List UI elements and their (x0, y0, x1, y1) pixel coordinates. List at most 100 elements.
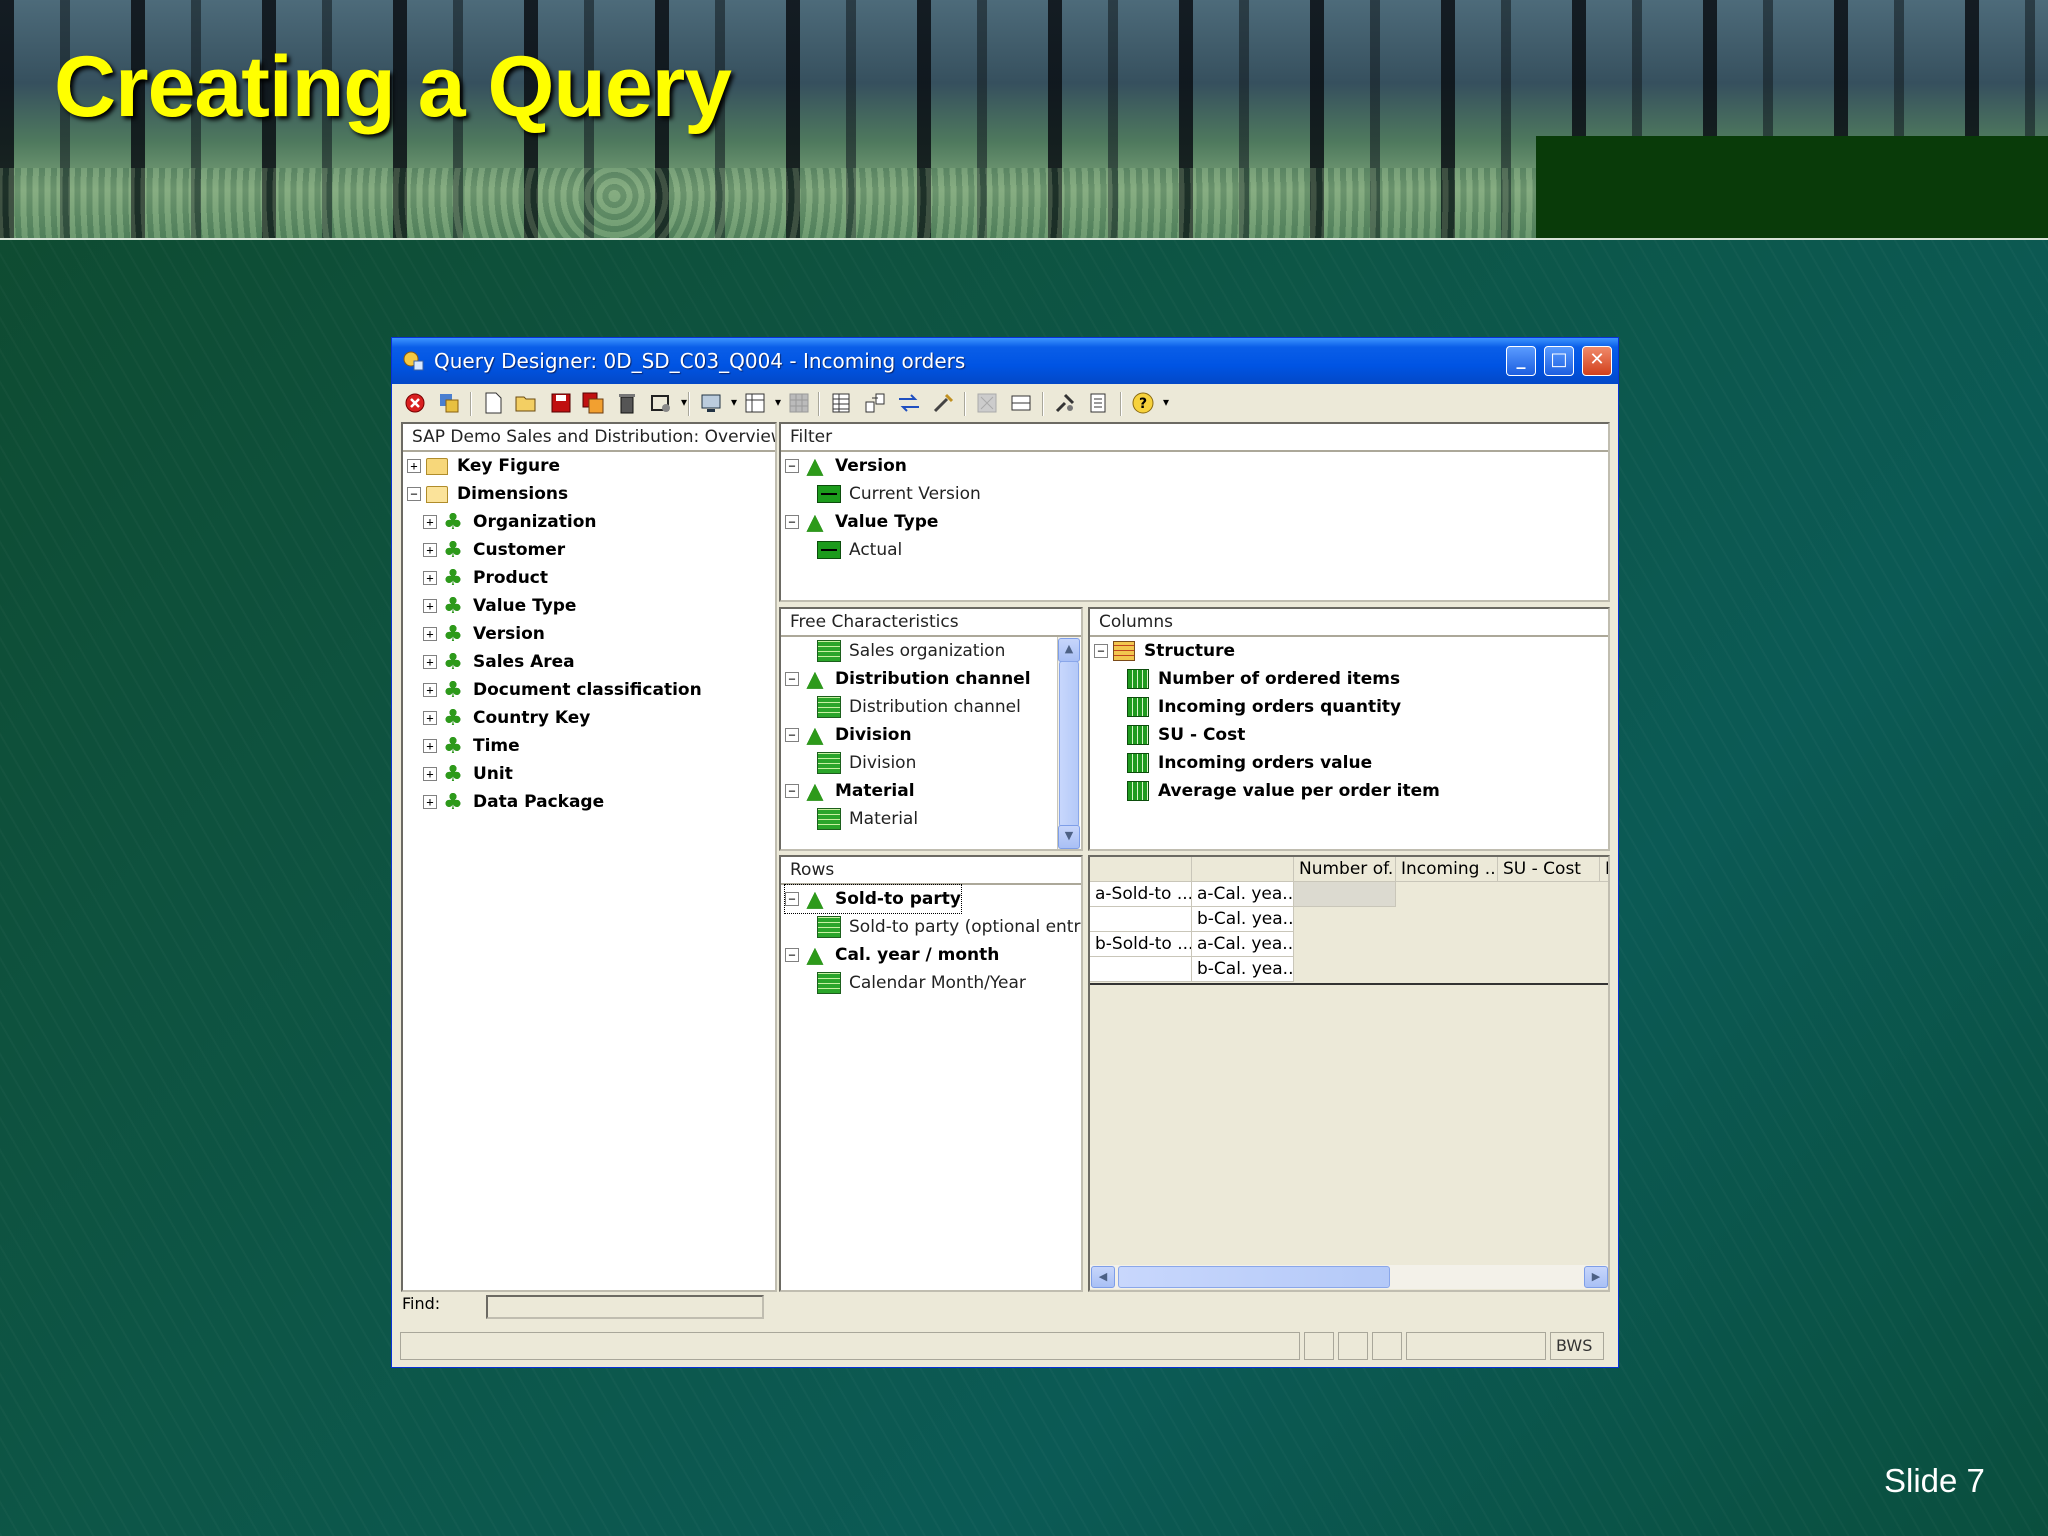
row-item[interactable]: Sold-to party (optional entry) (817, 913, 1081, 941)
free-char-item[interactable]: Sales organization (817, 637, 1005, 665)
dimension-organization[interactable]: + ♣ Organization (423, 508, 597, 536)
key-figure-item[interactable]: Incoming orders quantity (1126, 693, 1401, 721)
collapse-icon[interactable]: − (785, 672, 799, 686)
free-char-item[interactable]: Material (817, 805, 918, 833)
tree-node-label: Dimensions (457, 484, 569, 504)
dimension-country-key[interactable]: + ♣ Country Key (423, 704, 590, 732)
expand-icon[interactable]: + (423, 767, 437, 781)
free-char-item[interactable]: − ▲ Distribution channel (785, 665, 1031, 693)
folder-icon (425, 455, 449, 477)
expand-icon[interactable]: + (423, 515, 437, 529)
move-icon[interactable] (862, 390, 888, 416)
dimension-version[interactable]: + ♣ Version (423, 620, 545, 648)
vertical-scrollbar[interactable]: ▲ ▼ (1057, 637, 1080, 849)
layout-icon[interactable] (742, 390, 781, 416)
table-icon[interactable] (828, 390, 854, 416)
free-char-item[interactable]: − ▲ Division (785, 721, 912, 749)
tree-node-key-figure[interactable]: + Key Figure (407, 452, 560, 480)
expand-icon[interactable]: + (423, 795, 437, 809)
dimension-product[interactable]: + ♣ Product (423, 564, 548, 592)
expand-icon[interactable]: + (423, 739, 437, 753)
dimension-document-classification[interactable]: + ♣ Document classification (423, 676, 702, 704)
collapse-icon[interactable]: − (785, 515, 799, 529)
scroll-thumb[interactable] (1059, 661, 1079, 827)
save-icon[interactable] (548, 390, 574, 416)
exit-icon[interactable] (402, 390, 428, 416)
dimension-data-package[interactable]: + ♣ Data Package (423, 788, 604, 816)
structure-node[interactable]: − Structure (1094, 637, 1235, 665)
characteristic-icon: ▲ (806, 453, 824, 479)
disabled-icon[interactable] (974, 390, 1000, 416)
dimension-time[interactable]: + ♣ Time (423, 732, 520, 760)
help-icon[interactable]: ? (1130, 390, 1169, 416)
tools-icon[interactable] (930, 390, 956, 416)
scroll-up-icon[interactable]: ▲ (1058, 638, 1080, 662)
free-char-item[interactable]: − ▲ Material (785, 777, 915, 805)
dimension-icon: ♣ (443, 733, 463, 759)
characteristic-value-icon (817, 640, 841, 662)
filter-value-actual[interactable]: Actual (817, 536, 902, 564)
dimension-value-type[interactable]: + ♣ Value Type (423, 592, 576, 620)
collapse-icon[interactable]: − (1094, 644, 1108, 658)
open-icon[interactable] (514, 390, 540, 416)
delete-icon[interactable] (614, 390, 640, 416)
key-figure-item[interactable]: Number of ordered items (1126, 665, 1400, 693)
dimension-customer[interactable]: + ♣ Customer (423, 536, 565, 564)
expand-icon[interactable]: + (423, 627, 437, 641)
dimension-sales-area[interactable]: + ♣ Sales Area (423, 648, 575, 676)
scroll-down-icon[interactable]: ▼ (1058, 825, 1080, 849)
collapse-icon[interactable]: − (785, 459, 799, 473)
maximize-button[interactable]: □ (1544, 346, 1574, 376)
key-figure-item[interactable]: SU - Cost (1126, 721, 1245, 749)
expand-icon[interactable]: + (407, 459, 421, 473)
status-field (400, 1332, 1300, 1360)
collapse-icon[interactable]: − (785, 892, 799, 906)
save-as-icon[interactable] (580, 390, 606, 416)
exceptions-icon[interactable] (1052, 390, 1078, 416)
collapse-icon[interactable]: − (785, 728, 799, 742)
technical-names-icon[interactable] (1086, 390, 1112, 416)
expand-icon[interactable]: + (423, 543, 437, 557)
tree-node-dimensions[interactable]: − Dimensions (407, 480, 568, 508)
scroll-left-icon[interactable]: ◀ (1091, 1266, 1115, 1288)
preview-row-header: b-Cal. yea... (1192, 907, 1294, 932)
collapse-icon[interactable]: − (785, 784, 799, 798)
free-char-item[interactable]: Distribution channel (817, 693, 1021, 721)
slide-title: Creating a Query (54, 39, 732, 135)
dimension-label: Value Type (473, 596, 577, 616)
filter-node-version[interactable]: − ▲ Version (785, 452, 907, 480)
swap-icon[interactable] (896, 390, 922, 416)
grid-icon[interactable] (786, 390, 812, 416)
filter-value-current-version[interactable]: Current Version (817, 480, 981, 508)
cells-icon[interactable] (1008, 390, 1034, 416)
title-bar[interactable]: Query Designer: 0D_SD_C03_Q004 - Incomin… (392, 338, 1618, 384)
row-item[interactable]: Calendar Month/Year (817, 969, 1026, 997)
scroll-right-icon[interactable]: ▶ (1584, 1266, 1608, 1288)
row-item[interactable]: − ▲ Sold-to party (784, 884, 962, 914)
display-icon[interactable] (698, 390, 737, 416)
filter-node-value-type[interactable]: − ▲ Value Type (785, 508, 938, 536)
minimize-button[interactable]: _ (1506, 346, 1536, 376)
key-figure-item[interactable]: Average value per order item (1126, 777, 1440, 805)
collapse-icon[interactable]: − (407, 487, 421, 501)
status-field (1406, 1332, 1546, 1360)
expand-icon[interactable]: + (423, 599, 437, 613)
key-figure-item[interactable]: Incoming orders value (1126, 749, 1372, 777)
free-char-item[interactable]: Division (817, 749, 916, 777)
close-button[interactable]: ✕ (1582, 346, 1612, 376)
check-icon[interactable] (436, 390, 462, 416)
row-item[interactable]: − ▲ Cal. year / month (785, 941, 999, 969)
dimension-icon: ♣ (443, 677, 463, 703)
scroll-thumb[interactable] (1118, 1266, 1390, 1288)
new-icon[interactable] (480, 390, 506, 416)
find-input[interactable] (486, 1295, 764, 1319)
expand-icon[interactable]: + (423, 655, 437, 669)
horizontal-scrollbar[interactable]: ◀ ▶ (1090, 1265, 1608, 1289)
expand-icon[interactable]: + (423, 683, 437, 697)
query-properties-icon[interactable] (648, 390, 687, 416)
expand-icon[interactable]: + (423, 711, 437, 725)
dimension-icon: ♣ (443, 621, 463, 647)
dimension-unit[interactable]: + ♣ Unit (423, 760, 513, 788)
collapse-icon[interactable]: − (785, 948, 799, 962)
expand-icon[interactable]: + (423, 571, 437, 585)
